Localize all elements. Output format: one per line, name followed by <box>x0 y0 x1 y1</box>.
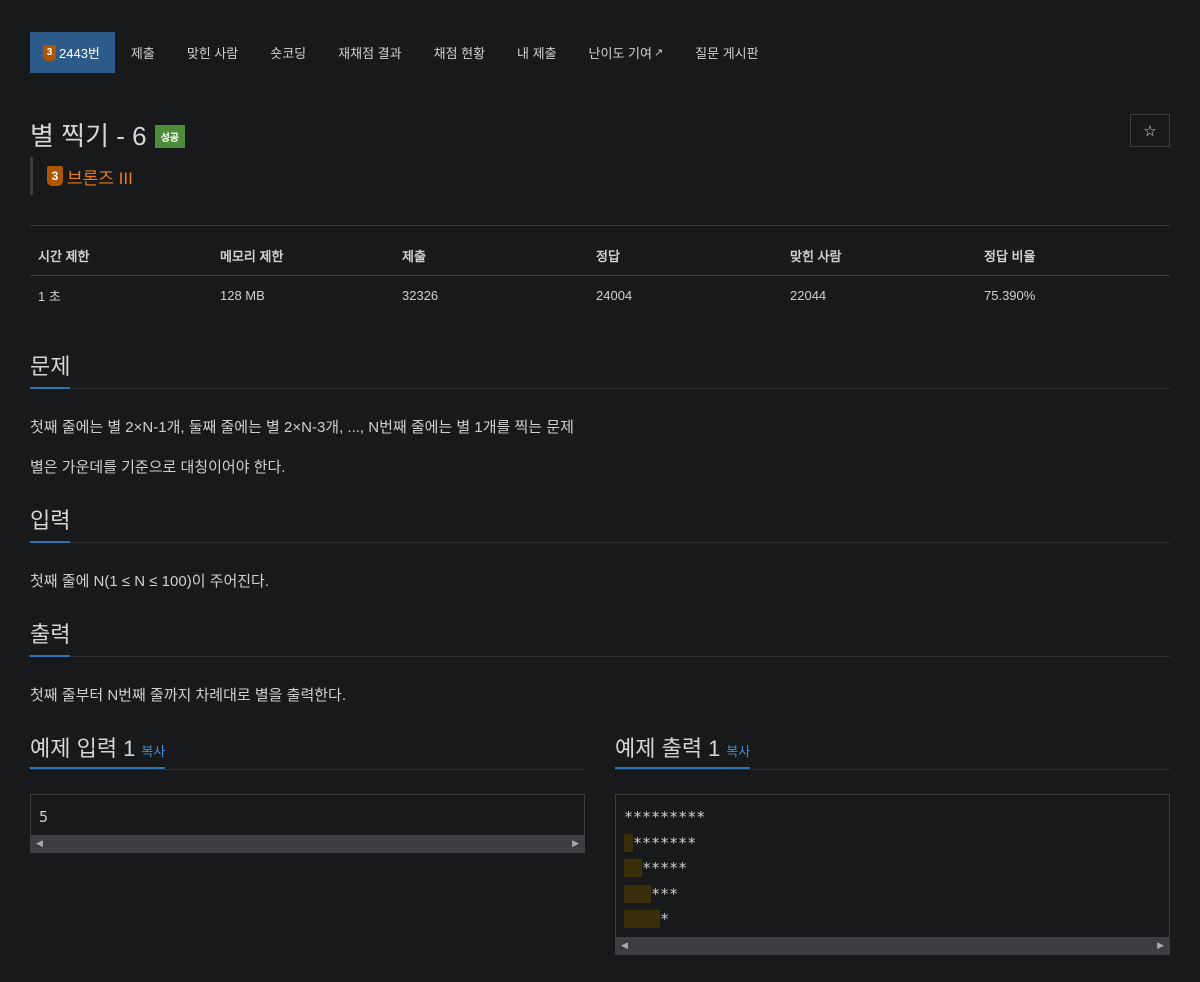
tab-problem[interactable]: 3 2443번 <box>30 32 115 73</box>
whitespace-highlight <box>624 884 652 903</box>
problem-description-line-1: 첫째 줄에는 별 2×N-1개, 둘째 줄에는 별 2×N-3개, ..., N… <box>30 419 574 436</box>
stars: * <box>660 910 670 928</box>
sample-input-header: 예제 입력 1 복사 <box>30 731 585 770</box>
horizontal-scrollbar[interactable]: ◀ ▶ <box>31 834 584 852</box>
input-description: 첫째 줄에 N(1 ≤ N ≤ 100)이 주어진다. <box>30 573 270 590</box>
output-description: 첫째 줄부터 N번째 줄까지 차례대로 별을 출력한다. <box>30 687 347 704</box>
tab-status[interactable]: 채점 현황 <box>418 32 501 73</box>
copy-output-button[interactable]: 복사 <box>726 744 750 759</box>
tab-my-submissions[interactable]: 내 제출 <box>501 32 573 73</box>
header-solved-users: 맞힌 사람 <box>782 246 976 276</box>
sample-input: 예제 입력 1 복사 5 ◀ ▶ <box>30 731 585 853</box>
whitespace-highlight <box>624 910 661 928</box>
sample-input-heading: 예제 입력 1 <box>30 736 136 761</box>
tab-difficulty-contribution[interactable]: 난이도 기여 ↗ <box>573 32 680 73</box>
sample-output-text: ********* ******* ***** *** * <box>616 795 1169 937</box>
bronze-tier-icon: 3 <box>43 44 56 61</box>
sample-input-text: 5 <box>39 808 49 826</box>
sample-output-box: ********* ******* ***** *** * ◀ ▶ <box>615 794 1170 955</box>
problem-tier: 3 브론즈 III <box>30 157 133 195</box>
scroll-right-icon[interactable]: ▶ <box>572 838 579 849</box>
tab-label: 2443번 <box>59 46 100 61</box>
problem-section-header: 문제 <box>30 349 1170 389</box>
tab-question-board[interactable]: 질문 게시판 <box>679 32 774 73</box>
header-accept-ratio: 정답 비율 <box>976 246 1170 276</box>
stars: *** <box>651 884 679 903</box>
copy-input-button[interactable]: 복사 <box>141 744 165 759</box>
problem-description-line-2: 별은 가운데를 기준으로 대칭이어야 한다. <box>30 459 286 476</box>
table-row: 1 초 128 MB 32326 24004 22044 75.390% <box>30 276 1170 316</box>
header-accepted: 정답 <box>588 246 782 276</box>
sample-output-heading-wrap: 예제 출력 1 복사 <box>615 731 751 769</box>
tab-label: 재채점 결과 <box>338 46 402 61</box>
tab-submit[interactable]: 제출 <box>115 32 171 73</box>
problem-heading: 문제 <box>30 349 71 389</box>
problem-tabs: 3 2443번 제출 맞힌 사람 숏코딩 재채점 결과 채점 현황 내 제출 난… <box>30 32 775 73</box>
divider <box>30 225 1170 226</box>
tier-name[interactable]: 브론즈 III <box>67 164 133 189</box>
stars: ***** <box>642 859 688 877</box>
whitespace-highlight <box>624 833 634 852</box>
input-heading: 입력 <box>30 503 71 543</box>
input-section-header: 입력 <box>30 503 1170 543</box>
star-icon: ☆ <box>1143 122 1157 140</box>
scroll-right-icon[interactable]: ▶ <box>1157 940 1164 951</box>
memory-limit-value: 128 MB <box>220 288 265 303</box>
sample-output-header: 예제 출력 1 복사 <box>615 731 1170 770</box>
whitespace-highlight <box>624 859 643 877</box>
problem-title: 별 찍기 - 6 <box>30 121 147 151</box>
stars: ********* <box>624 808 706 826</box>
tab-label: 맞힌 사람 <box>186 46 239 61</box>
tab-label: 제출 <box>130 46 155 61</box>
tab-label: 채점 현황 <box>433 46 486 61</box>
sample-output-heading: 예제 출력 1 <box>615 736 721 761</box>
problem-title-row: 별 찍기 - 6 성공 <box>30 116 185 153</box>
tab-label: 내 제출 <box>517 46 557 61</box>
sample-output: 예제 출력 1 복사 ********* ******* ***** *** * … <box>615 731 1170 955</box>
solved-users-value: 22044 <box>790 288 827 303</box>
output-line: *** <box>624 884 679 903</box>
submissions-value: 32326 <box>402 288 439 303</box>
tab-label: 질문 게시판 <box>695 46 759 61</box>
header-time-limit: 시간 제한 <box>30 246 212 276</box>
accepted-value: 24004 <box>596 288 633 303</box>
sample-input-heading-wrap: 예제 입력 1 복사 <box>30 731 166 769</box>
success-badge: 성공 <box>154 125 185 148</box>
bronze-tier-icon: 3 <box>47 166 63 186</box>
horizontal-scrollbar[interactable]: ◀ ▶ <box>616 936 1169 954</box>
tab-solved-users[interactable]: 맞힌 사람 <box>171 32 254 73</box>
tab-label: 난이도 기여 <box>588 46 652 61</box>
tab-label: 숏코딩 <box>270 46 307 61</box>
output-section-header: 출력 <box>30 617 1170 657</box>
time-limit-value: 1 초 <box>38 289 61 304</box>
tab-short-coding[interactable]: 숏코딩 <box>254 32 322 73</box>
output-line: ***** <box>624 859 687 877</box>
tab-rejudge-results[interactable]: 재채점 결과 <box>322 32 417 73</box>
stars: ******* <box>633 833 697 852</box>
scroll-left-icon[interactable]: ◀ <box>621 940 628 951</box>
problem-info-table: 시간 제한 메모리 제한 제출 정답 맞힌 사람 정답 비율 1 초 128 M… <box>30 246 1170 315</box>
external-link-icon: ↗ <box>653 47 664 59</box>
output-line: ********* <box>624 808 705 826</box>
favorite-button[interactable]: ☆ <box>1130 114 1170 147</box>
sample-input-box: 5 ◀ ▶ <box>30 794 585 853</box>
accept-ratio-value: 75.390% <box>984 288 1036 303</box>
output-heading: 출력 <box>30 617 71 657</box>
output-line: * <box>624 910 669 928</box>
output-line: ******* <box>624 833 697 852</box>
header-submissions: 제출 <box>394 246 588 276</box>
table-header-row: 시간 제한 메모리 제한 제출 정답 맞힌 사람 정답 비율 <box>30 246 1170 276</box>
scroll-left-icon[interactable]: ◀ <box>36 838 43 849</box>
header-memory-limit: 메모리 제한 <box>212 246 394 276</box>
